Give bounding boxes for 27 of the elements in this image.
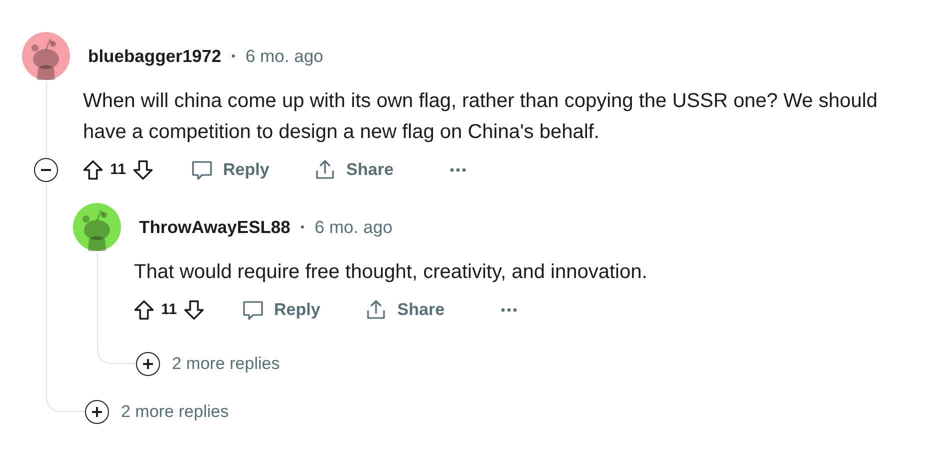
ellipsis-icon	[500, 308, 517, 312]
comment-text: When will china come up with its own flag, rather than copying the USSR one? We should have a competition to design a new flag on China's behalf.	[83, 89, 878, 145]
share-button[interactable]: Share	[301, 154, 406, 186]
reply-button[interactable]: Reply	[178, 154, 282, 186]
vote-count: 11	[109, 160, 127, 180]
more-replies-button[interactable]: 2 more replies	[136, 348, 280, 380]
separator-dot: •	[300, 219, 305, 236]
timestamp: 6 mo. ago	[314, 216, 392, 239]
upvote-icon[interactable]	[133, 299, 155, 321]
speech-bubble-icon	[190, 158, 214, 182]
timestamp: 6 mo. ago	[245, 44, 324, 68]
collapse-button[interactable]	[34, 158, 58, 182]
separator-dot: •	[231, 48, 236, 65]
username[interactable]: bluebagger1972	[88, 42, 222, 70]
reply-button[interactable]: Reply	[229, 294, 332, 326]
upvote-icon[interactable]	[82, 159, 104, 181]
comment-text: That would require free thought, creativity, and innovation.	[134, 260, 648, 285]
share-button[interactable]: Share	[352, 294, 457, 326]
vote-count: 11	[160, 300, 178, 320]
avatar-icon[interactable]	[73, 203, 121, 251]
ellipsis-icon	[450, 168, 466, 172]
speech-bubble-icon	[241, 298, 265, 322]
username[interactable]: ThrowAwayESL88	[139, 214, 290, 240]
avatar-icon[interactable]	[22, 32, 70, 80]
downvote-icon[interactable]	[183, 299, 205, 321]
more-replies-button[interactable]: 2 more replies	[85, 396, 229, 428]
downvote-icon[interactable]	[132, 159, 154, 181]
